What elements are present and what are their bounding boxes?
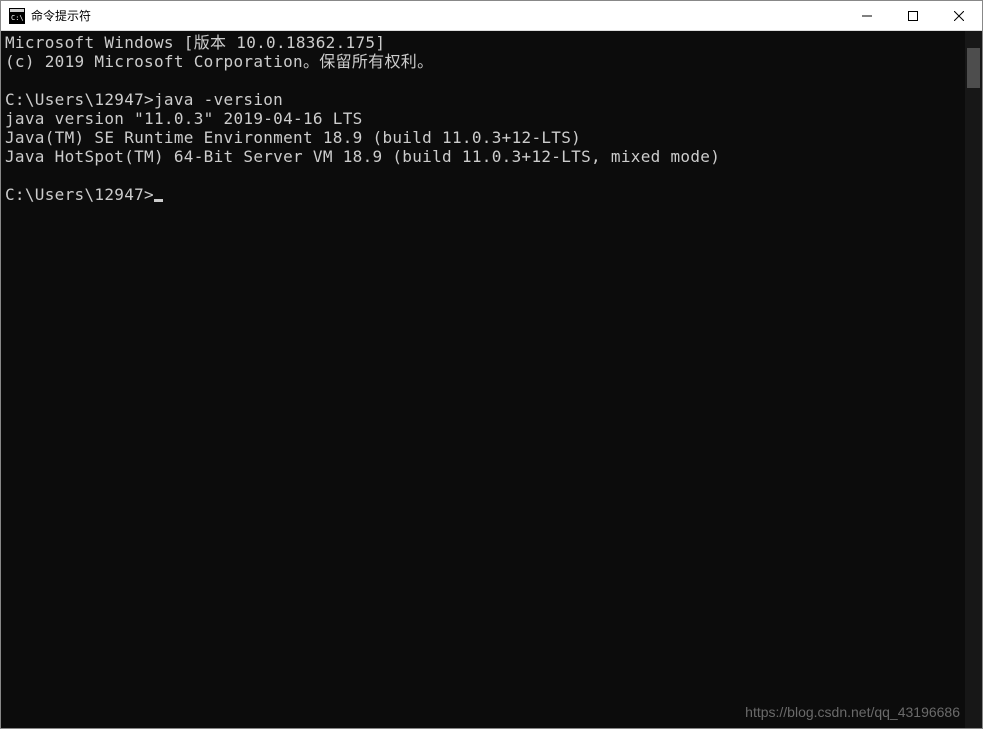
titlebar[interactable]: C:\ 命令提示符 (1, 1, 982, 31)
command-prompt-window: C:\ 命令提示符 Microsoft Wind (0, 0, 983, 729)
output-line: C:\Users\12947>java -version (5, 90, 283, 109)
prompt: C:\Users\12947> (5, 185, 154, 204)
output-line: Java HotSpot(TM) 64-Bit Server VM 18.9 (… (5, 147, 720, 166)
scrollbar-thumb[interactable] (967, 48, 980, 88)
terminal-output[interactable]: Microsoft Windows [版本 10.0.18362.175] (c… (1, 31, 965, 728)
close-button[interactable] (936, 1, 982, 30)
window-title: 命令提示符 (31, 7, 844, 24)
maximize-icon (908, 11, 918, 21)
cmd-icon: C:\ (9, 8, 25, 24)
watermark-text: https://blog.csdn.net/qq_43196686 (745, 704, 960, 720)
terminal-container: Microsoft Windows [版本 10.0.18362.175] (c… (1, 31, 982, 728)
minimize-button[interactable] (844, 1, 890, 30)
vertical-scrollbar[interactable] (965, 31, 982, 728)
window-controls (844, 1, 982, 30)
close-icon (954, 11, 964, 21)
maximize-button[interactable] (890, 1, 936, 30)
output-line: (c) 2019 Microsoft Corporation。保留所有权利。 (5, 52, 433, 71)
minimize-icon (862, 11, 872, 21)
output-line: Java(TM) SE Runtime Environment 18.9 (bu… (5, 128, 581, 147)
cursor (154, 199, 163, 202)
output-line: java version "11.0.3" 2019-04-16 LTS (5, 109, 363, 128)
svg-text:C:\: C:\ (11, 14, 24, 22)
output-line: Microsoft Windows [版本 10.0.18362.175] (5, 33, 385, 52)
